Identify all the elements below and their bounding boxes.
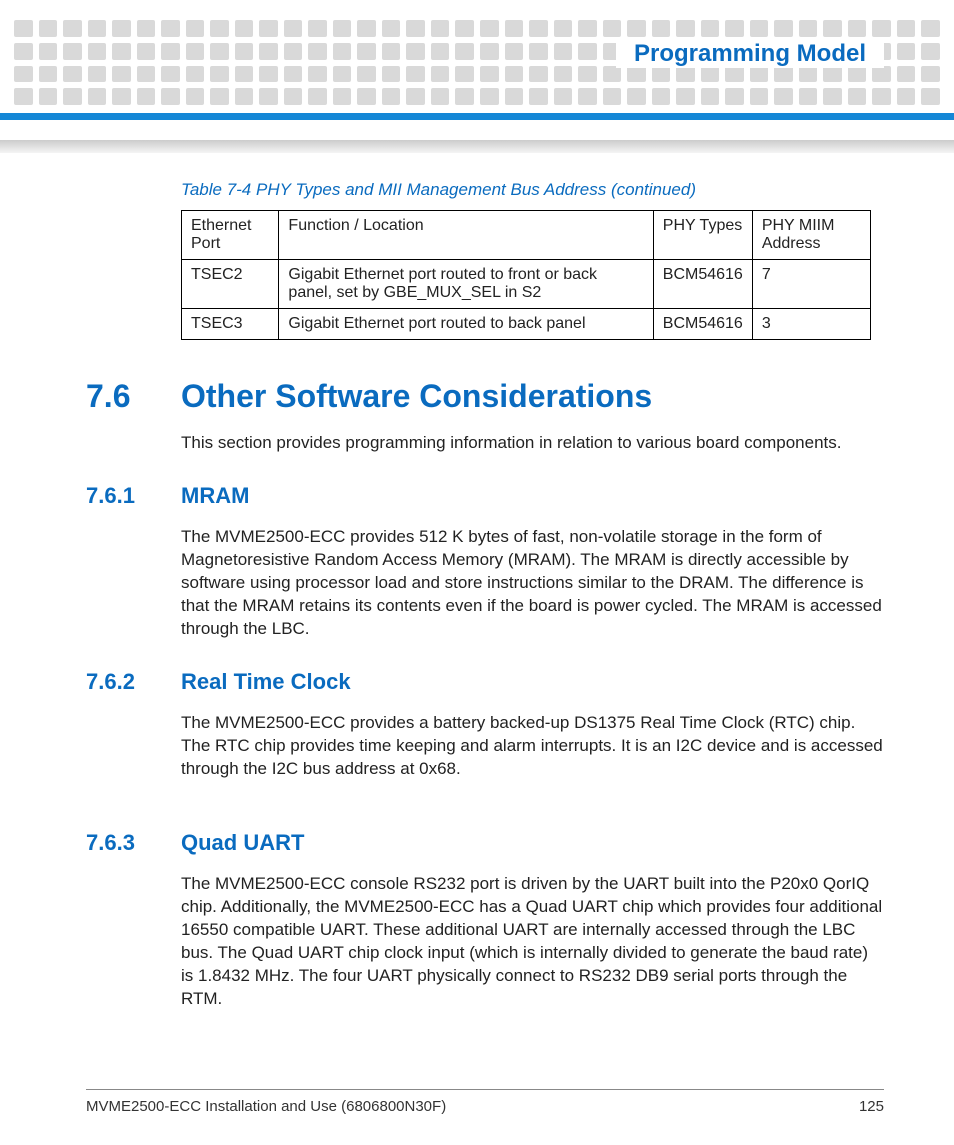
footer-doc-title: MVME2500-ECC Installation and Use (68068… [86,1098,446,1115]
section-title: Other Software Considerations [181,378,652,415]
section-number: 7.6.2 [86,669,181,695]
table-row: TSEC2 Gigabit Ethernet port routed to fr… [182,260,871,309]
header-rule-gradient [0,140,954,153]
section-body-text: The MVME2500-ECC console RS232 port is d… [181,873,884,1011]
chapter-title: Programming Model [616,40,884,68]
col-ethernet-port: Ethernet Port [182,211,279,260]
section-number: 7.6.1 [86,483,181,509]
section-body-text: The MVME2500-ECC provides a battery back… [181,712,884,781]
section-intro-text: This section provides programming inform… [181,432,884,455]
cell-port: TSEC2 [182,260,279,309]
cell-port: TSEC3 [182,309,279,340]
cell-func: Gigabit Ethernet port routed to back pan… [279,309,653,340]
cell-type: BCM54616 [653,260,752,309]
cell-addr: 7 [752,260,870,309]
section-number: 7.6 [86,378,181,415]
footer-rule [86,1089,884,1090]
cell-func: Gigabit Ethernet port routed to front or… [279,260,653,309]
section-heading-7-6-2: 7.6.2 Real Time Clock [86,669,884,695]
section-number: 7.6.3 [86,830,181,856]
phy-table: Ethernet Port Function / Location PHY Ty… [181,210,871,340]
section-title: Real Time Clock [181,669,351,695]
section-body-text: The MVME2500-ECC provides 512 K bytes of… [181,526,884,641]
header-rule-blue [0,113,954,120]
table-header-row: Ethernet Port Function / Location PHY Ty… [182,211,871,260]
page-footer: MVME2500-ECC Installation and Use (68068… [86,1089,884,1115]
section-heading-7-6-1: 7.6.1 MRAM [86,483,884,509]
section-title: Quad UART [181,830,304,856]
section-heading-7-6-3: 7.6.3 Quad UART [86,830,884,856]
col-phy-types: PHY Types [653,211,752,260]
col-function-location: Function / Location [279,211,653,260]
cell-type: BCM54616 [653,309,752,340]
footer-page-number: 125 [859,1098,884,1115]
col-phy-miim-address: PHY MIIM Address [752,211,870,260]
table-row: TSEC3 Gigabit Ethernet port routed to ba… [182,309,871,340]
cell-addr: 3 [752,309,870,340]
table-caption: Table 7-4 PHY Types and MII Management B… [181,180,884,200]
section-title: MRAM [181,483,249,509]
section-heading-7-6: 7.6 Other Software Considerations [86,378,884,415]
